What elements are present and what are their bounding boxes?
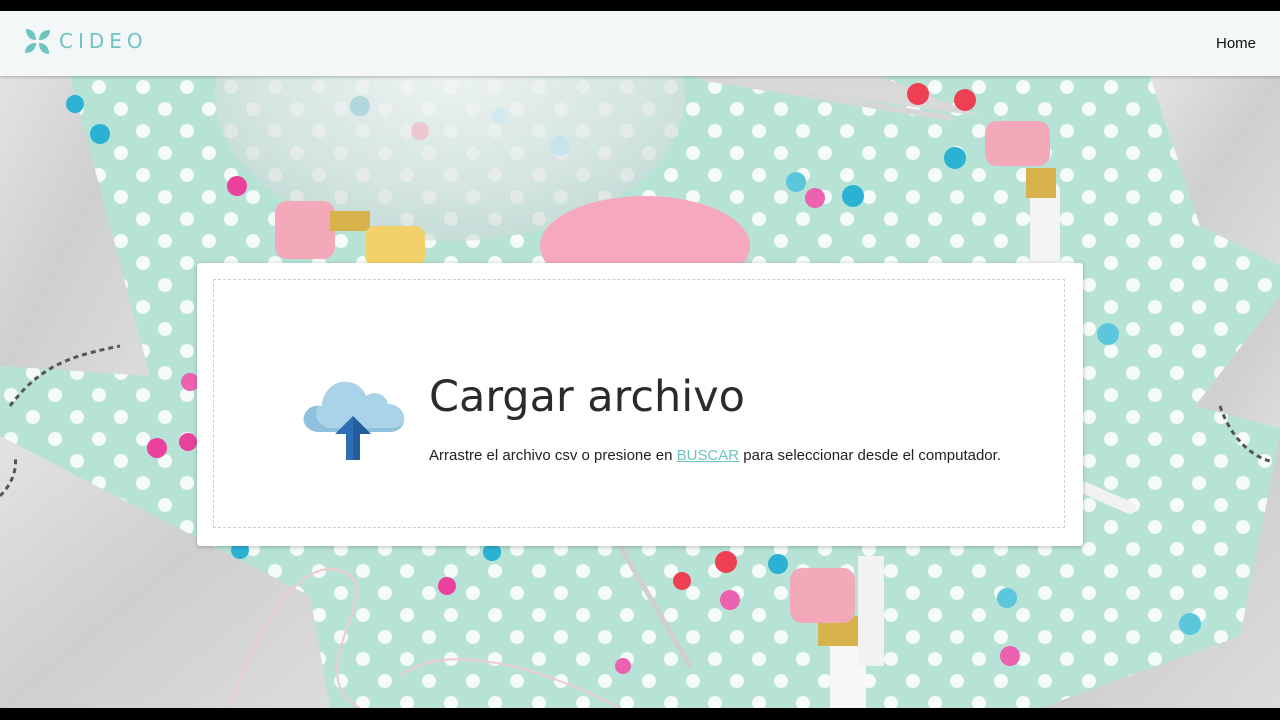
app-window: CIDEO Home Cargar archivo Arrastre el ar…	[0, 0, 1280, 720]
upload-title: Cargar archivo	[429, 372, 745, 422]
upload-card: Cargar archivo Arrastre el archivo csv o…	[197, 263, 1083, 546]
nav-home-link[interactable]: Home	[1216, 35, 1256, 52]
upload-description-prefix: Arrastre el archivo csv o presione en	[429, 447, 677, 464]
file-dropzone[interactable]: Cargar archivo Arrastre el archivo csv o…	[213, 279, 1065, 528]
upload-description-suffix: para seleccionar desde el computador.	[739, 447, 1001, 464]
top-navbar: CIDEO Home	[0, 11, 1280, 76]
brand[interactable]: CIDEO	[24, 27, 148, 55]
upload-description: Arrastre el archivo csv o presione en BU…	[429, 447, 1001, 464]
browse-link[interactable]: BUSCAR	[677, 447, 740, 464]
brand-name: CIDEO	[59, 29, 148, 53]
leaf-logo-icon	[24, 28, 51, 55]
cloud-upload-icon	[302, 374, 408, 464]
